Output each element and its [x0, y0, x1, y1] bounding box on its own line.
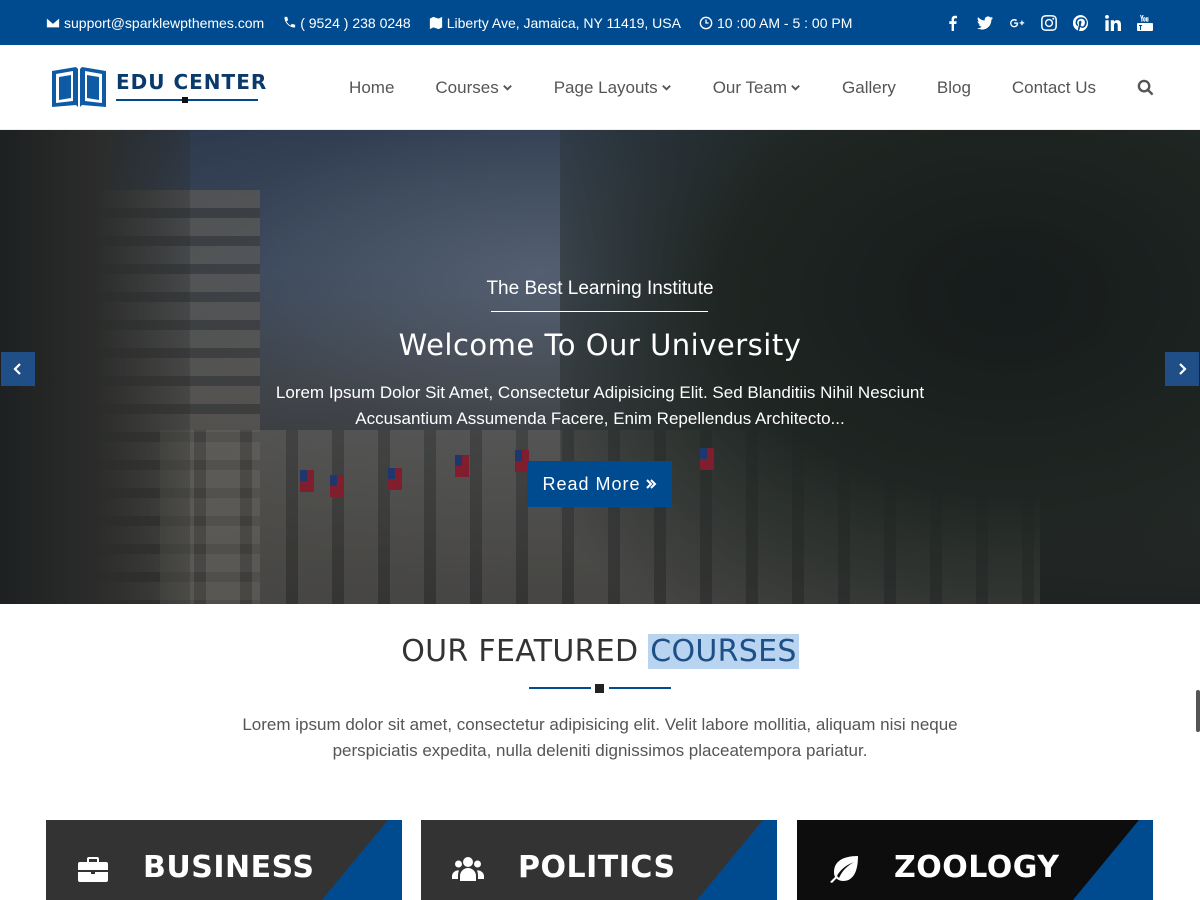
featured-title-highlight: COURSES	[648, 634, 799, 669]
read-more-button[interactable]: Read More	[527, 461, 672, 507]
search-button[interactable]	[1137, 79, 1154, 96]
nav-courses-label: Courses	[435, 77, 499, 97]
chevron-left-icon	[13, 363, 21, 375]
course-card-zoology[interactable]: ZOOLOGY	[797, 820, 1153, 900]
nav-page-layouts[interactable]: Page Layouts	[554, 78, 672, 98]
logo-underline	[116, 96, 258, 104]
nav-home[interactable]: Home	[349, 78, 394, 98]
pinterest-icon[interactable]	[1072, 14, 1090, 32]
clock-icon	[699, 16, 713, 29]
instagram-icon[interactable]	[1040, 14, 1058, 32]
address-text: Liberty Ave, Jamaica, NY 11419, USA	[446, 14, 681, 31]
top-bar: support@sparklewpthemes.com ( 9524 ) 238…	[0, 0, 1200, 45]
logo-name: EDU CENTER	[116, 70, 268, 94]
chevron-down-icon	[661, 85, 671, 91]
email-item[interactable]: support@sparklewpthemes.com	[46, 15, 264, 31]
nav-our-team[interactable]: Our Team	[713, 78, 801, 98]
nav-contact-us-label: Contact Us	[1011, 77, 1096, 97]
card-corner-accent	[697, 820, 777, 900]
featured-description: Lorem ipsum dolor sit amet, consectetur …	[242, 715, 958, 760]
chevron-down-icon	[502, 85, 512, 91]
nav-contact-us[interactable]: Contact Us	[1012, 78, 1096, 98]
section-divider	[529, 683, 671, 693]
phone-icon	[284, 16, 296, 27]
course-card-politics[interactable]: POLITICS	[421, 820, 777, 900]
hero-slider: The Best Learning Institute Welcome To O…	[0, 130, 1200, 604]
card-corner-accent	[322, 820, 402, 900]
site-header: EDU CENTER Home Courses Page Layouts Our…	[0, 45, 1200, 130]
hero-kicker-underline	[491, 311, 708, 312]
course-card-label: POLITICS	[518, 850, 676, 885]
leaf-icon	[827, 852, 861, 886]
search-icon	[1137, 79, 1154, 96]
users-icon	[451, 852, 485, 886]
course-card-label: ZOOLOGY	[894, 850, 1060, 885]
phone-text: ( 9524 ) 238 0248	[300, 14, 411, 31]
nav-blog-label: Blog	[936, 77, 971, 97]
email-text: support@sparklewpthemes.com	[64, 14, 265, 31]
card-corner-accent	[1073, 820, 1153, 900]
nav-our-team-label: Our Team	[712, 77, 788, 97]
course-card-label: BUSINESS	[143, 850, 315, 885]
hero-description: Lorem Ipsum Dolor Sit Amet, Consectetur …	[275, 383, 925, 428]
nav-courses[interactable]: Courses	[435, 78, 512, 98]
facebook-icon[interactable]	[944, 14, 962, 32]
phone-item[interactable]: ( 9524 ) 238 0248	[282, 15, 411, 31]
main-nav: Home Courses Page Layouts Our Team Galle…	[308, 45, 1154, 130]
google-plus-icon[interactable]	[1008, 14, 1026, 32]
envelope-icon	[46, 18, 60, 27]
divider-dot	[595, 684, 604, 693]
nav-page-layouts-label: Page Layouts	[553, 77, 658, 97]
featured-title: OUR FEATURED COURSES	[0, 634, 1200, 669]
site-logo[interactable]: EDU CENTER	[50, 65, 267, 109]
open-book-icon	[52, 67, 106, 107]
nav-blog[interactable]: Blog	[937, 78, 971, 98]
twitter-icon[interactable]	[976, 14, 994, 32]
logo-wordmark: EDU CENTER	[116, 70, 267, 104]
briefcase-icon	[76, 852, 110, 886]
read-more-label: Read More	[542, 473, 641, 494]
hours-item: 10 :00 AM - 5 : 00 PM	[699, 15, 852, 31]
course-card-business[interactable]: BUSINESS	[46, 820, 402, 900]
nav-gallery-label: Gallery	[842, 77, 896, 97]
map-icon	[429, 16, 442, 29]
slider-next-button[interactable]	[1165, 352, 1199, 386]
featured-title-plain: OUR FEATURED	[401, 634, 649, 669]
hero-content: The Best Learning Institute Welcome To O…	[0, 130, 1200, 604]
social-links	[944, 0, 1154, 45]
hero-kicker: The Best Learning Institute	[486, 278, 714, 299]
hero-title: Welcome To Our University	[398, 328, 802, 362]
slider-prev-button[interactable]	[1, 352, 35, 386]
nav-home-label: Home	[349, 77, 395, 97]
address-item: Liberty Ave, Jamaica, NY 11419, USA	[429, 15, 681, 31]
scrollbar-handle[interactable]	[1196, 690, 1200, 732]
hours-text: 10 :00 AM - 5 : 00 PM	[716, 14, 853, 31]
nav-gallery[interactable]: Gallery	[842, 78, 896, 98]
chevron-right-icon	[1179, 363, 1187, 375]
linkedin-icon[interactable]	[1104, 14, 1122, 32]
youtube-icon[interactable]	[1136, 14, 1154, 32]
contact-info: support@sparklewpthemes.com ( 9524 ) 238…	[46, 0, 852, 45]
double-chevron-right-icon	[645, 479, 656, 489]
chevron-down-icon	[791, 85, 800, 91]
